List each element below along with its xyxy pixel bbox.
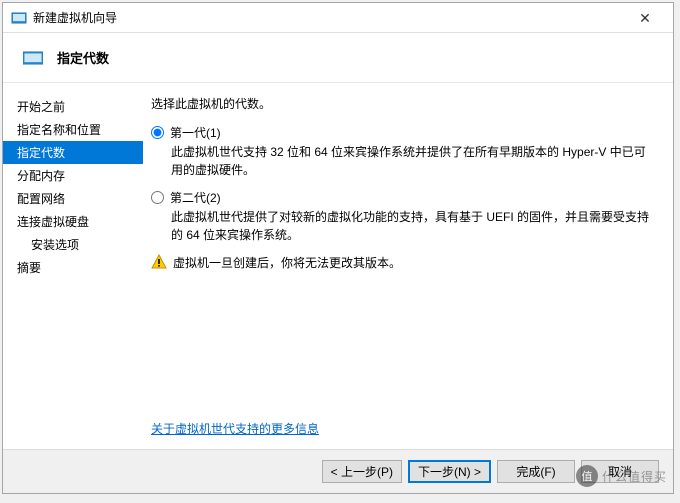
warning-icon bbox=[151, 254, 167, 270]
sidebar-item-install-options[interactable]: 安装选项 bbox=[3, 233, 143, 256]
content-description: 选择此虚拟机的代数。 bbox=[151, 95, 657, 112]
window-title: 新建虚拟机向导 bbox=[33, 9, 625, 26]
page-header: 指定代数 bbox=[3, 33, 673, 83]
sidebar-item-summary[interactable]: 摘要 bbox=[3, 256, 143, 279]
wizard-footer: < 上一步(P) 下一步(N) > 完成(F) 取消 bbox=[3, 449, 673, 493]
next-button[interactable]: 下一步(N) > bbox=[408, 460, 491, 483]
generation-2-radio[interactable] bbox=[151, 191, 164, 204]
generation-1-option: 第一代(1) 此虚拟机世代支持 32 位和 64 位来宾操作系统并提供了在所有早… bbox=[151, 124, 657, 179]
cancel-button[interactable]: 取消 bbox=[581, 460, 659, 483]
warning-text: 虚拟机一旦创建后，你将无法更改其版本。 bbox=[173, 254, 401, 271]
warning-row: 虚拟机一旦创建后，你将无法更改其版本。 bbox=[151, 254, 657, 271]
generation-1-radio-row[interactable]: 第一代(1) bbox=[151, 124, 657, 141]
app-icon bbox=[11, 10, 27, 26]
generation-2-description: 此虚拟机世代提供了对较新的虚拟化功能的支持，具有基于 UEFI 的固件，并且需要… bbox=[171, 208, 657, 244]
generation-1-radio[interactable] bbox=[151, 126, 164, 139]
sidebar-item-before-begin[interactable]: 开始之前 bbox=[3, 95, 143, 118]
close-button[interactable]: ✕ bbox=[625, 4, 665, 32]
wizard-steps-sidebar: 开始之前 指定名称和位置 指定代数 分配内存 配置网络 连接虚拟硬盘 安装选项 … bbox=[3, 83, 143, 449]
generation-1-label: 第一代(1) bbox=[170, 124, 221, 141]
more-info-link-row: 关于虚拟机世代支持的更多信息 bbox=[151, 420, 319, 437]
sidebar-item-vhd[interactable]: 连接虚拟硬盘 bbox=[3, 210, 143, 233]
generation-2-label: 第二代(2) bbox=[170, 189, 221, 206]
generation-1-description: 此虚拟机世代支持 32 位和 64 位来宾操作系统并提供了在所有早期版本的 Hy… bbox=[171, 143, 657, 179]
generation-2-option: 第二代(2) 此虚拟机世代提供了对较新的虚拟化功能的支持，具有基于 UEFI 的… bbox=[151, 189, 657, 244]
wizard-body: 开始之前 指定名称和位置 指定代数 分配内存 配置网络 连接虚拟硬盘 安装选项 … bbox=[3, 83, 673, 449]
back-button[interactable]: < 上一步(P) bbox=[322, 460, 402, 483]
titlebar: 新建虚拟机向导 ✕ bbox=[3, 3, 673, 33]
more-info-link[interactable]: 关于虚拟机世代支持的更多信息 bbox=[151, 422, 319, 436]
generation-2-radio-row[interactable]: 第二代(2) bbox=[151, 189, 657, 206]
sidebar-item-network[interactable]: 配置网络 bbox=[3, 187, 143, 210]
sidebar-item-name-location[interactable]: 指定名称和位置 bbox=[3, 118, 143, 141]
header-icon bbox=[23, 50, 43, 66]
content-pane: 选择此虚拟机的代数。 第一代(1) 此虚拟机世代支持 32 位和 64 位来宾操… bbox=[143, 83, 673, 449]
wizard-window: 新建虚拟机向导 ✕ 指定代数 开始之前 指定名称和位置 指定代数 分配内存 配置… bbox=[2, 2, 674, 494]
sidebar-item-generation[interactable]: 指定代数 bbox=[3, 141, 143, 164]
finish-button[interactable]: 完成(F) bbox=[497, 460, 575, 483]
sidebar-item-memory[interactable]: 分配内存 bbox=[3, 164, 143, 187]
page-title: 指定代数 bbox=[57, 48, 109, 67]
